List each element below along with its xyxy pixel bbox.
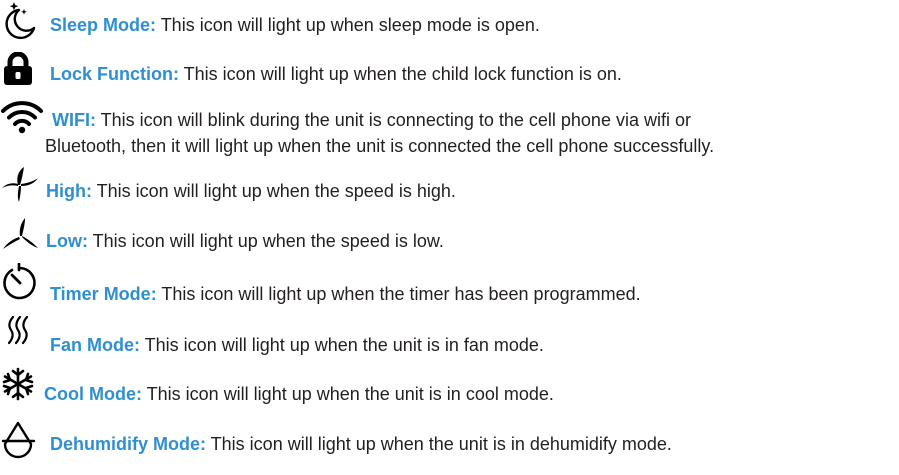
lock-icon <box>1 52 41 92</box>
entry-label: Dehumidify Mode: <box>50 434 206 454</box>
entry-label: Sleep Mode: <box>50 15 157 35</box>
entry-description: This icon will blink during the unit is … <box>95 110 691 130</box>
moon-stars-icon <box>0 0 40 40</box>
entry-description: This icon will light up when the child l… <box>179 64 622 84</box>
entry-label: Cool Mode: <box>44 384 142 404</box>
entry-label: Timer Mode: <box>50 284 157 304</box>
entry-description: This icon will light up when the speed i… <box>91 181 456 201</box>
snowflake-icon <box>0 367 40 407</box>
entry-description-continued: Bluetooth, then it will light up when th… <box>45 136 715 156</box>
entry-label: Low: <box>46 231 88 251</box>
fan-mode-icon <box>4 314 44 354</box>
entry-label: Fan Mode: <box>50 335 140 355</box>
entry-label: High: <box>46 181 92 201</box>
droplet-icon <box>0 420 40 460</box>
entry-description: This icon will light up when the timer h… <box>156 284 641 304</box>
entry-description: This icon will light up when sleep mode … <box>156 15 540 35</box>
fan-high-icon <box>0 164 40 204</box>
entry-description: This icon will light up when the unit is… <box>140 335 544 355</box>
entry-label: Lock Function: <box>50 64 179 84</box>
entry-description: This icon will light up when the unit is… <box>141 384 554 404</box>
wifi-icon <box>0 100 43 140</box>
fan-low-icon <box>0 216 40 256</box>
entry-label: WIFI: <box>52 110 96 130</box>
entry-description: This icon will light up when the speed i… <box>88 231 444 251</box>
entry-description: This icon will light up when the unit is… <box>206 434 672 454</box>
timer-icon <box>0 263 40 303</box>
